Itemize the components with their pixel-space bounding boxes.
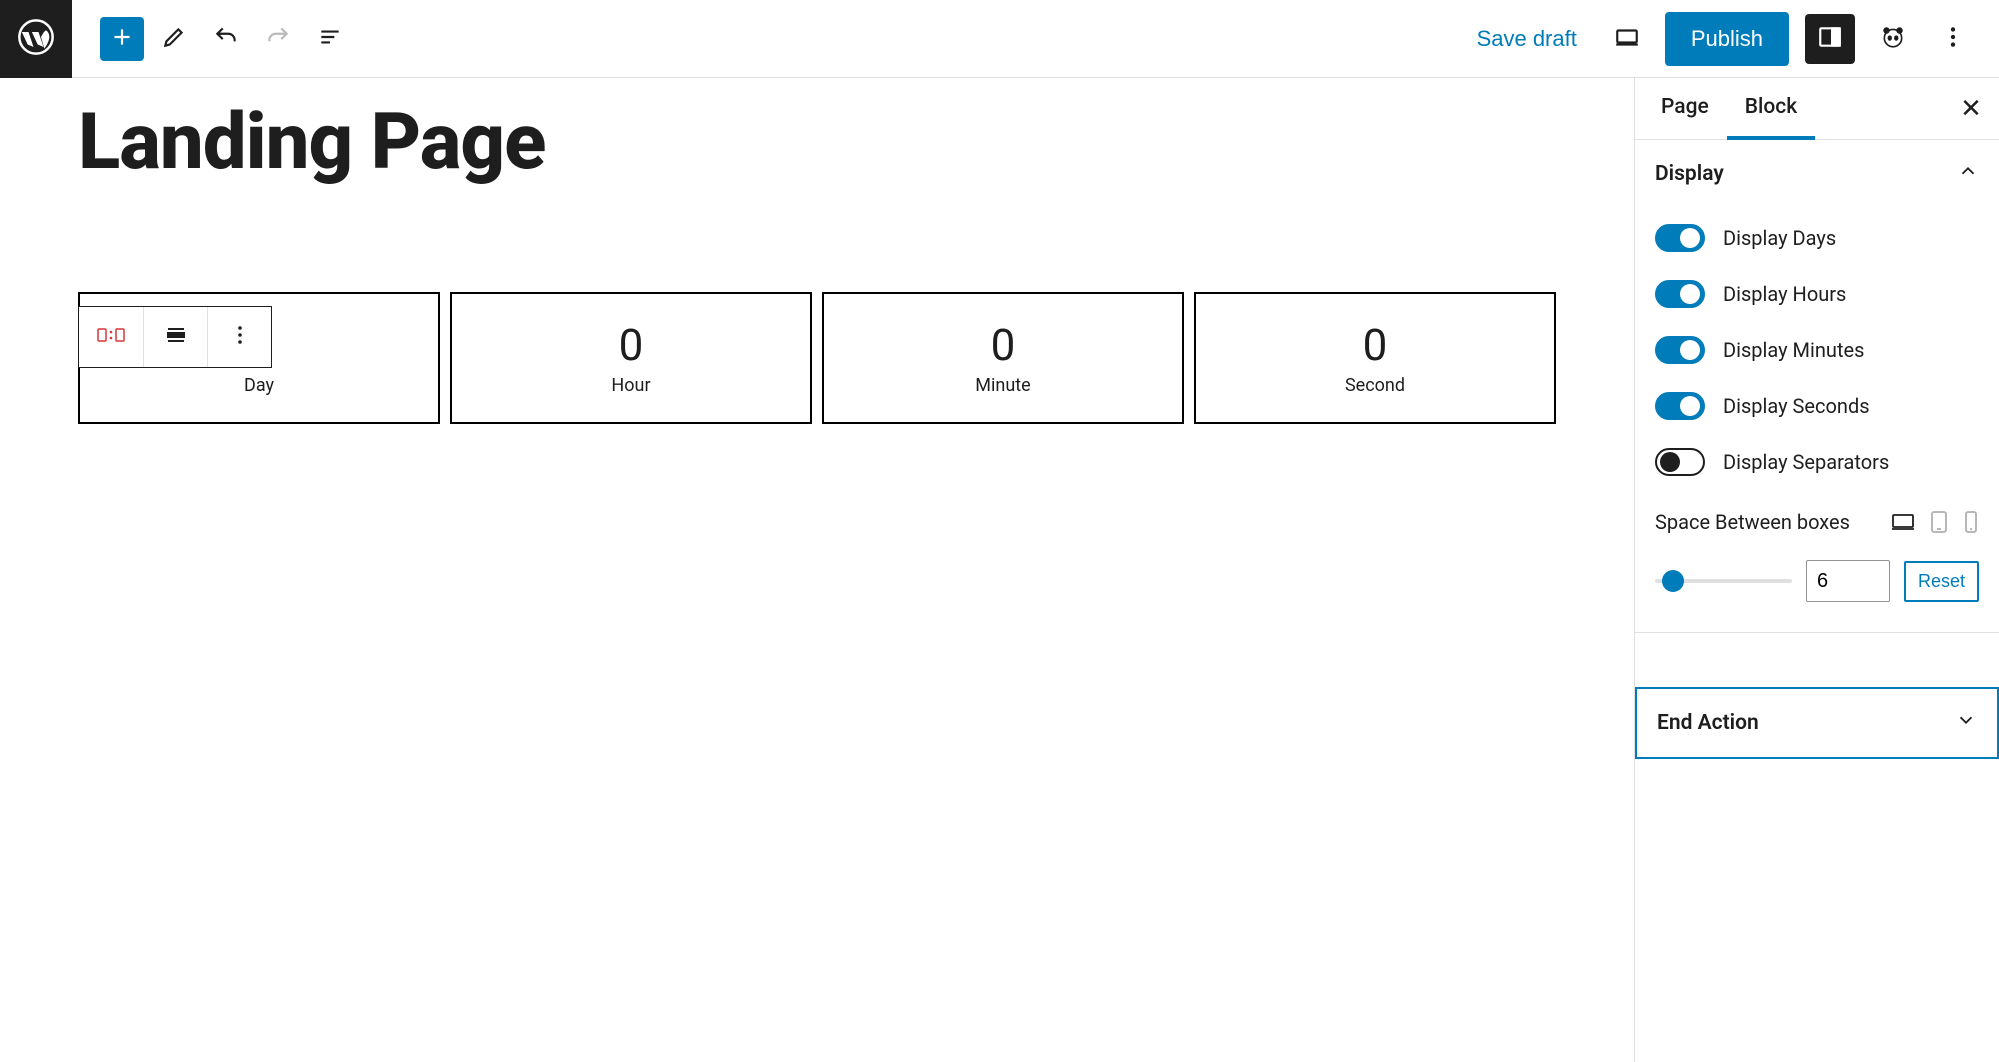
countdown-box-minute: 0 Minute [822,292,1184,424]
device-tablet-button[interactable] [1929,510,1949,534]
undo-icon [213,24,239,53]
device-desktop-button[interactable] [1891,510,1915,534]
responsive-device-switch [1891,510,1979,534]
space-between-row: Space Between boxes [1655,490,1979,534]
wordpress-logo-icon [16,17,56,61]
desktop-icon [1891,512,1915,532]
topbar-left-group [72,17,352,61]
switch-display-minutes[interactable] [1655,336,1705,364]
tablet-icon [1929,510,1949,534]
sidebar-close-button[interactable]: ✕ [1951,89,1991,129]
plus-icon [109,24,135,53]
toggle-display-days: Display Days [1655,210,1979,266]
edit-mode-button[interactable] [152,17,196,61]
countdown-value: 0 [619,319,644,371]
toggle-display-hours: Display Hours [1655,266,1979,322]
save-draft-button[interactable]: Save draft [1465,18,1589,60]
toggle-label: Display Seconds [1723,394,1870,418]
display-panel-body: Display Days Display Hours Display Minut… [1635,208,1999,632]
sidebar-tabs: Page Block ✕ [1635,78,1999,140]
settings-sidebar-toggle[interactable] [1805,14,1855,64]
page-title[interactable]: Landing Page [0,102,1634,184]
wordpress-home-button[interactable] [0,0,72,78]
block-more-button[interactable] [207,307,271,367]
toggle-label: Display Days [1723,226,1836,250]
editor-canvas[interactable]: Landing Page 0 Day [0,78,1634,1062]
end-action-panel: End Action [1635,687,1999,759]
toggle-label: Display Hours [1723,282,1846,306]
countdown-box-hour: 0 Hour [450,292,812,424]
publish-button[interactable]: Publish [1665,12,1789,66]
panda-icon [1880,24,1906,53]
tab-block[interactable]: Block [1727,78,1815,140]
chevron-down-icon [1955,709,1977,737]
redo-button[interactable] [256,17,300,61]
switch-display-seconds[interactable] [1655,392,1705,420]
editor-topbar: Save draft Publish [0,0,1999,78]
countdown-value: 0 [991,319,1016,371]
switch-display-days[interactable] [1655,224,1705,252]
toggle-display-separators: Display Separators [1655,434,1979,490]
space-between-slider[interactable] [1655,579,1792,583]
mobile-icon [1963,510,1979,534]
switch-display-separators[interactable] [1655,448,1705,476]
countdown-label: Hour [611,375,650,396]
display-panel-header[interactable]: Display [1635,140,1999,208]
countdown-value: 0 [1363,319,1388,371]
document-overview-button[interactable] [308,17,352,61]
toggle-display-seconds: Display Seconds [1655,378,1979,434]
close-icon: ✕ [1960,94,1982,124]
space-between-label: Space Between boxes [1655,510,1850,534]
desktop-icon [1614,24,1640,53]
end-action-panel-header[interactable]: End Action [1637,689,1997,757]
add-block-button[interactable] [100,17,144,61]
editor-main: Landing Page 0 Day [0,78,1999,1062]
countdown-block[interactable]: 0 Day 0 Hour 0 Minute 0 Second [0,184,1634,424]
countdown-label: Minute [975,375,1030,396]
chevron-up-icon [1957,160,1979,188]
list-outline-icon [317,24,343,53]
toggle-label: Display Minutes [1723,338,1864,362]
toggle-label: Display Separators [1723,450,1889,474]
more-options-button[interactable] [1931,17,1975,61]
space-slider-row: Reset [1655,534,1979,602]
space-between-input[interactable] [1806,560,1890,602]
tab-page[interactable]: Page [1643,78,1727,140]
topbar-right-group: Save draft Publish [1465,12,1999,66]
sidebar-panel-icon [1817,24,1843,53]
plugin-icon-button[interactable] [1871,17,1915,61]
countdown-block-icon [97,326,125,348]
align-icon [164,323,188,351]
space-reset-button[interactable]: Reset [1904,561,1979,602]
panel-title: Display [1655,162,1724,186]
countdown-label: Second [1345,375,1405,396]
more-vertical-icon [1940,24,1966,53]
block-align-button[interactable] [143,307,207,367]
more-vertical-icon [228,323,252,351]
settings-sidebar: Page Block ✕ Display Display Days [1634,78,1999,1062]
block-type-button[interactable] [79,307,143,367]
undo-button[interactable] [204,17,248,61]
panel-title: End Action [1657,711,1759,735]
pencil-icon [161,24,187,53]
display-panel: Display Display Days Display Hours Displ… [1635,140,1999,633]
countdown-box-second: 0 Second [1194,292,1556,424]
toggle-display-minutes: Display Minutes [1655,322,1979,378]
preview-button[interactable] [1605,17,1649,61]
redo-icon [265,24,291,53]
device-mobile-button[interactable] [1963,510,1979,534]
countdown-label: Day [244,375,274,396]
block-toolbar [78,306,272,368]
switch-display-hours[interactable] [1655,280,1705,308]
